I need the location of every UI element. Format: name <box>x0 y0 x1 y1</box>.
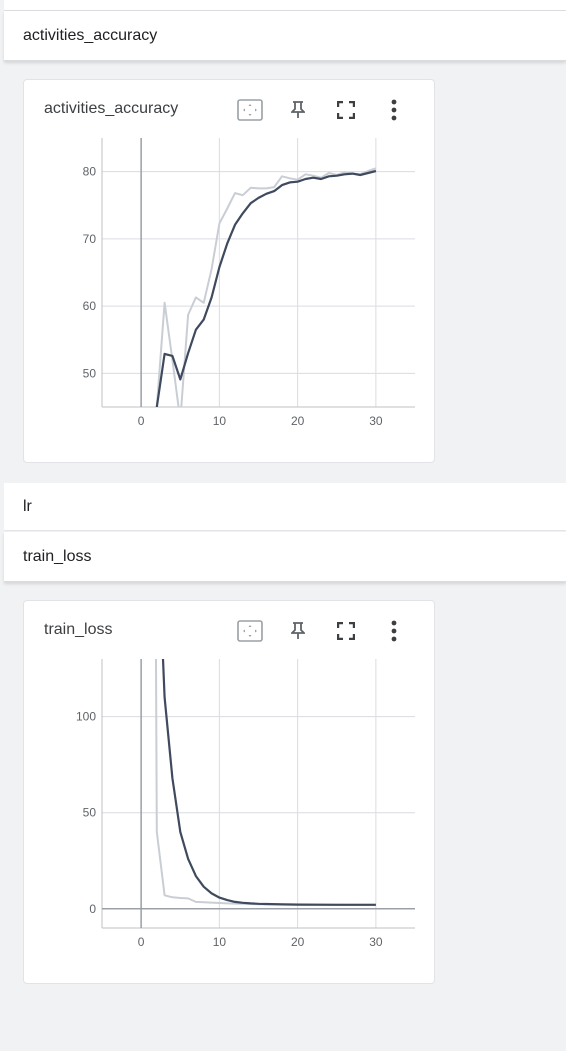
group-title: train_loss <box>23 547 92 565</box>
x-tick-label: 20 <box>291 935 305 949</box>
x-tick-label: 30 <box>369 935 383 949</box>
x-tick-label: 10 <box>213 935 227 949</box>
x-tick-label: 0 <box>138 414 145 428</box>
x-tick-label: 30 <box>369 414 383 428</box>
y-tick-label: 100 <box>76 710 96 724</box>
y-tick-label: 60 <box>83 299 97 313</box>
raw-series-line <box>155 167 377 407</box>
group-header-lr[interactable]: lr <box>4 483 566 531</box>
y-tick-label: 0 <box>89 902 96 916</box>
smoothed-series-line <box>155 169 377 407</box>
x-tick-label: 20 <box>291 414 305 428</box>
group-title: lr <box>23 497 32 515</box>
previous-group-footer <box>4 0 566 11</box>
x-tick-label: 0 <box>138 935 145 949</box>
y-tick-label: 50 <box>83 366 97 380</box>
group-header-activities-accuracy[interactable]: activities_accuracy <box>4 11 566 61</box>
y-tick-label: 50 <box>83 806 97 820</box>
group-header-train-loss[interactable]: train_loss <box>4 532 566 582</box>
scalar-card-activities-accuracy: activities_accuracy 0 10 20 30 50 60 70 80 <box>23 79 435 463</box>
group-title: activities_accuracy <box>23 26 158 44</box>
y-tick-label: 80 <box>83 165 97 179</box>
x-tick-label: 10 <box>213 414 227 428</box>
accuracy-chart[interactable]: 0 10 20 30 50 60 70 80 <box>24 80 434 462</box>
raw-series-line <box>155 659 376 906</box>
smoothed-series-line <box>161 659 376 906</box>
train-loss-chart[interactable]: 0 10 20 30 0 50 100 <box>24 601 434 983</box>
scalar-card-train-loss: train_loss 0 10 20 30 0 50 100 <box>23 600 435 984</box>
y-tick-label: 70 <box>83 232 97 246</box>
